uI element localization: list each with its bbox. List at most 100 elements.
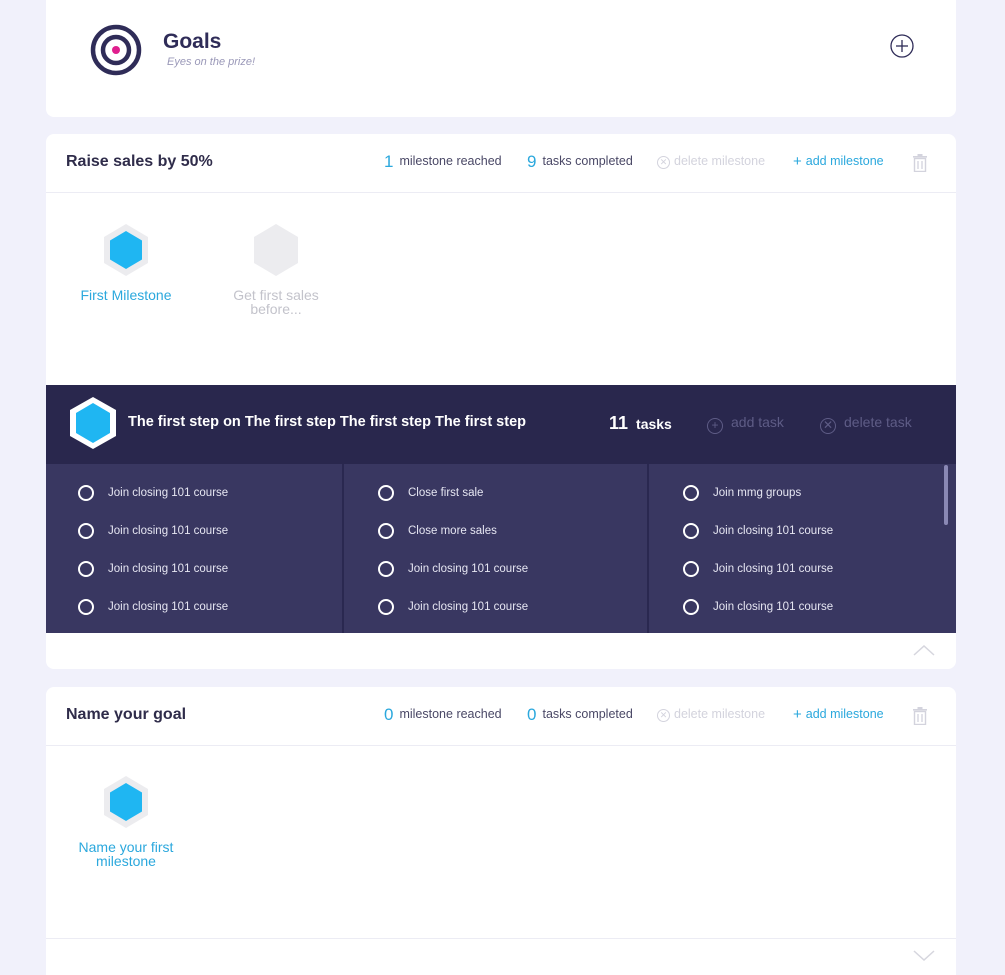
goal-card: Raise sales by 50% 1 milestone reached 9t…	[46, 134, 956, 669]
trash-icon[interactable]	[912, 707, 928, 725]
task-radio[interactable]	[78, 485, 94, 501]
chevron-down-icon[interactable]	[912, 947, 936, 963]
close-circle-icon: ✕	[657, 156, 670, 169]
delete-task-button[interactable]: ✕ delete task	[820, 414, 912, 434]
step-panel: The first step on The first step The fir…	[46, 385, 956, 633]
task-item[interactable]: Join closing 101 course	[683, 597, 833, 617]
goal-header: Name your goal 0 milestone reached 0 tasks…	[46, 687, 956, 746]
delete-task-label: delete task	[844, 414, 912, 430]
task-label: Join closing 101 course	[408, 601, 529, 613]
task-item[interactable]: Join closing 101 course	[683, 521, 833, 541]
task-radio[interactable]	[683, 523, 699, 539]
milestone-label: Get first sales before...	[233, 287, 319, 317]
step-title[interactable]: The first step on The first step The fir…	[128, 414, 526, 430]
task-radio[interactable]	[378, 523, 394, 539]
task-column: Join mmg groups Join closing 101 course …	[651, 464, 956, 633]
page-title: Goals	[163, 30, 222, 53]
tasks-scrollbar[interactable]	[944, 465, 948, 525]
task-item[interactable]: Close first sale	[378, 483, 483, 503]
tasks-completed-count: 9	[527, 152, 537, 171]
tasks-completed-count: 0	[527, 705, 537, 724]
goals-header: Goals Eyes on the prize!	[46, 0, 956, 117]
task-label: Join mmg groups	[713, 487, 802, 499]
trash-icon[interactable]	[912, 154, 928, 172]
task-label: Join closing 101 course	[408, 563, 529, 575]
tasks-completed-stat: 9 tasks completed	[527, 152, 633, 172]
task-column: Join closing 101 course Join closing 101…	[46, 464, 344, 633]
goal-header: Raise sales by 50% 1 milestone reached 9t…	[46, 134, 956, 193]
delete-milestone-button[interactable]: ✕ delete milestone	[657, 154, 765, 169]
tasks-completed-label: tasks completed	[542, 707, 633, 721]
task-column: Close first sale Close more sales Join c…	[346, 464, 649, 633]
task-item[interactable]: Join closing 101 course	[78, 597, 228, 617]
add-milestone-button[interactable]: + add milestone	[793, 153, 884, 170]
add-task-button[interactable]: + add task	[707, 414, 784, 434]
task-label: Close first sale	[408, 487, 484, 499]
task-radio[interactable]	[378, 561, 394, 577]
task-label: Join closing 101 course	[108, 525, 229, 537]
target-icon	[90, 24, 142, 76]
task-label: Join closing 101 course	[108, 563, 229, 575]
chevron-up-icon[interactable]	[912, 642, 936, 658]
divider	[46, 938, 956, 939]
task-radio[interactable]	[78, 561, 94, 577]
task-label: Join closing 101 course	[713, 601, 834, 613]
hexagon-icon	[104, 776, 148, 828]
task-radio[interactable]	[78, 599, 94, 615]
hexagon-icon	[254, 224, 298, 276]
add-task-label: add task	[731, 414, 784, 430]
task-count-label: tasks	[636, 416, 672, 432]
milestone-label: Name your first milestone	[78, 839, 174, 869]
add-goal-button[interactable]	[890, 34, 914, 58]
milestones-reached-label: milestone reached	[399, 154, 502, 168]
milestones-reached-count: 0	[384, 705, 394, 724]
close-circle-icon: ✕	[820, 418, 836, 434]
milestone-item[interactable]: Get first sales before...	[216, 223, 336, 316]
milestone-item[interactable]: Name your first milestone	[66, 775, 186, 868]
milestones-reached-stat: 0 milestone reached	[384, 705, 502, 725]
close-circle-icon: ✕	[657, 709, 670, 722]
task-radio[interactable]	[378, 599, 394, 615]
task-radio[interactable]	[683, 599, 699, 615]
page-subtitle: Eyes on the prize!	[167, 56, 256, 68]
delete-milestone-button[interactable]: ✕ delete milestone	[657, 707, 765, 722]
task-radio[interactable]	[683, 485, 699, 501]
tasks-completed-stat: 0 tasks completed	[527, 705, 633, 725]
milestone-label: First Milestone	[80, 287, 172, 303]
plus-circle-icon: +	[707, 418, 723, 434]
add-milestone-label: add milestone	[805, 154, 884, 168]
add-milestone-button[interactable]: + add milestone	[793, 706, 884, 723]
plus-icon: +	[793, 153, 802, 170]
milestones-reached-count: 1	[384, 152, 394, 171]
task-label: Join closing 101 course	[108, 601, 229, 613]
hexagon-icon	[104, 224, 148, 276]
task-item[interactable]: Join closing 101 course	[378, 597, 528, 617]
task-radio[interactable]	[378, 485, 394, 501]
task-label: Join closing 101 course	[713, 525, 834, 537]
task-radio[interactable]	[78, 523, 94, 539]
tasks-completed-label: tasks completed	[542, 154, 633, 168]
goal-title[interactable]: Raise sales by 50%	[66, 153, 213, 171]
task-item[interactable]: Join closing 101 course	[78, 521, 228, 541]
plus-icon: +	[793, 706, 802, 723]
delete-milestone-label: delete milestone	[674, 154, 766, 168]
hexagon-icon	[70, 397, 116, 449]
task-label: Join closing 101 course	[713, 563, 834, 575]
milestones-reached-label: milestone reached	[399, 707, 502, 721]
milestones-reached-stat: 1 milestone reached	[384, 152, 502, 172]
task-label: Close more sales	[408, 525, 497, 537]
add-milestone-label: add milestone	[805, 707, 884, 721]
task-item[interactable]: Join closing 101 course	[78, 483, 228, 503]
milestone-item[interactable]: First Milestone	[66, 223, 186, 302]
goal-card: Name your goal 0 milestone reached 0 tasks…	[46, 687, 956, 975]
task-item[interactable]: Join closing 101 course	[683, 559, 833, 579]
task-item[interactable]: Join mmg groups	[683, 483, 801, 503]
task-item[interactable]: Join closing 101 course	[378, 559, 528, 579]
task-count-number: 11	[609, 413, 629, 433]
task-radio[interactable]	[683, 561, 699, 577]
delete-milestone-label: delete milestone	[674, 707, 766, 721]
task-item[interactable]: Join closing 101 course	[78, 559, 228, 579]
task-item[interactable]: Close more sales	[378, 521, 497, 541]
goal-title[interactable]: Name your goal	[66, 706, 186, 724]
step-header: The first step on The first step The fir…	[46, 385, 956, 464]
